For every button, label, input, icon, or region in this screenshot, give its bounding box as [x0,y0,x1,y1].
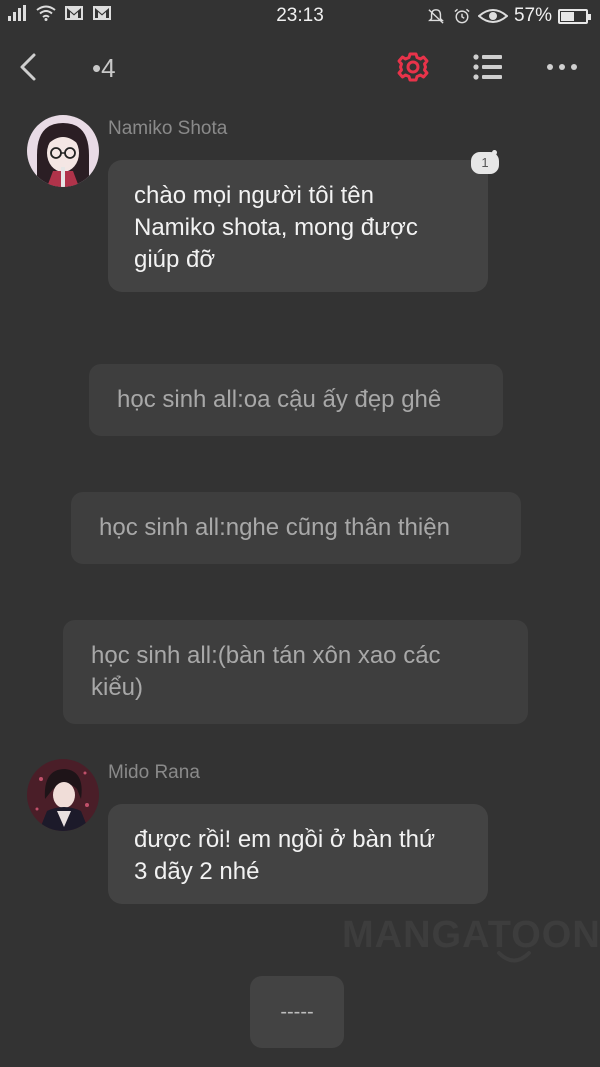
sender-name: Namiko Shota [108,118,228,139]
bell-off-icon [428,9,444,24]
narration-bubble[interactable]: học sinh all:nghe cũng thân thiện [71,492,521,564]
episode-count: •4 [92,53,116,83]
top-nav: •4 [0,40,600,96]
narration-bubble[interactable]: học sinh all:(bàn tán xôn xao các kiểu) [63,620,528,724]
battery-percent: 57% [513,5,552,26]
message-line: được rồi! em ngồi ở bàn thứ [134,826,436,853]
back-arrow-icon[interactable] [14,50,44,84]
sender-name: Mido Rana [108,762,200,783]
gear-icon[interactable] [396,50,430,84]
message-line: Namiko shota, mong được [134,214,418,241]
watermark: MANGATOON [342,914,600,956]
battery-icon [558,8,591,24]
watermark-smile-icon [497,951,531,963]
message-line: 3 dãy 2 nhé [134,858,260,885]
eye-icon [477,9,508,23]
alarm-icon [454,8,470,24]
message-bubble[interactable]: chào mọi người tôi tên Namiko shota, mon… [108,160,488,292]
message-line: chào mọi người tôi tên [134,182,374,209]
next-button[interactable]: ----- [250,976,344,1048]
narration-line: kiểu) [91,674,144,701]
avatar-mido-image [27,759,99,831]
more-options-icon[interactable] [545,54,579,80]
message-line: giúp đỡ [134,246,216,273]
message-bubble[interactable]: được rồi! em ngồi ở bàn thứ 3 dãy 2 nhé [108,804,488,904]
avatar-namiko-image [27,115,99,187]
narration-bubble[interactable]: học sinh all:oa cậu ấy đẹp ghê [89,364,503,436]
narration-line: học sinh all:nghe cũng thân thiện [99,514,450,541]
comment-count-badge[interactable]: 1 [471,150,499,174]
status-bar: 23:13 57% [0,0,600,32]
avatar[interactable] [27,115,99,187]
narration-line: học sinh all:oa cậu ấy đẹp ghê [117,386,442,413]
list-icon[interactable] [472,51,504,83]
battery-level [561,11,574,21]
narration-line: học sinh all:(bàn tán xôn xao các [91,642,441,669]
avatar[interactable] [27,759,99,831]
